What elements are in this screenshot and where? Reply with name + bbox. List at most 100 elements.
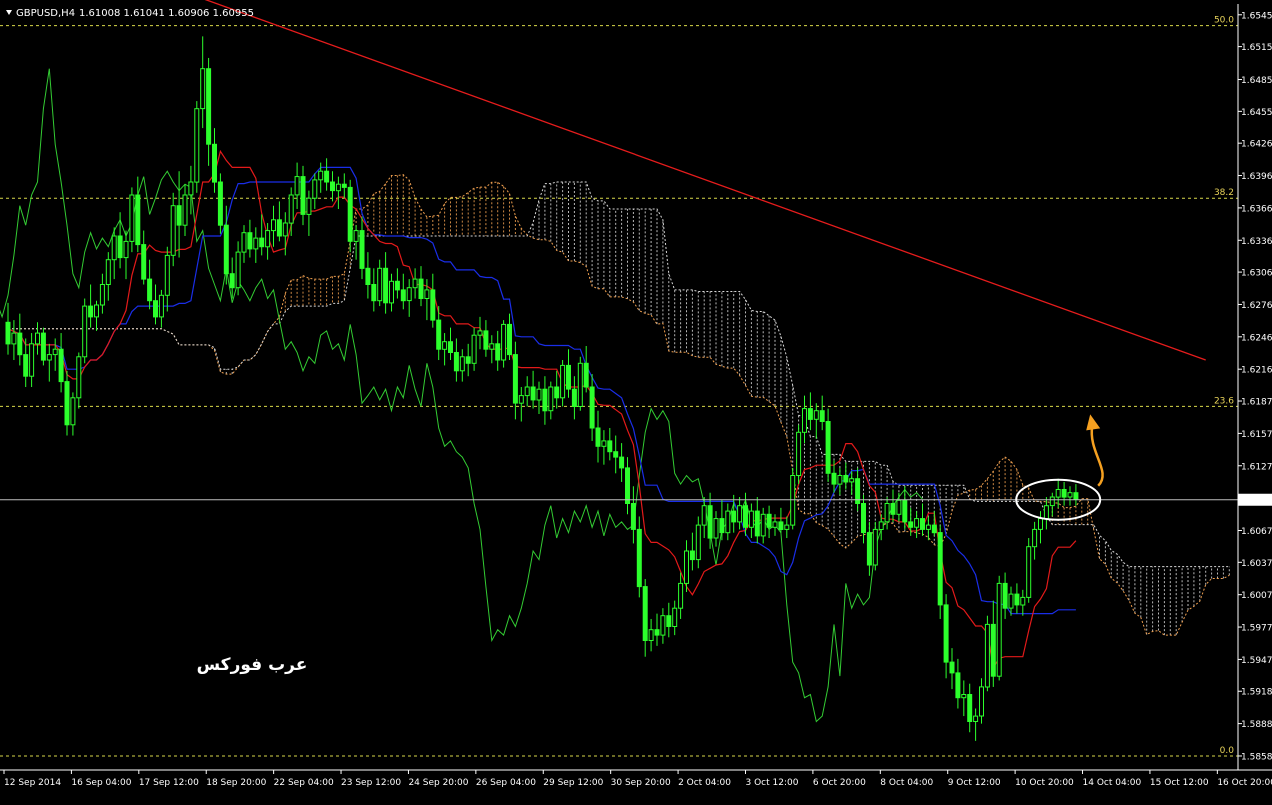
candle-bear (206, 68, 212, 145)
price-tick-label: 1.58880 (1241, 720, 1272, 730)
fib-level-label: 23.6 (1214, 396, 1234, 406)
price-tick-label: 1.62165 (1241, 366, 1272, 376)
time-tick-label: 16 Sep 04:00 (71, 778, 131, 788)
candle-bull (802, 408, 807, 433)
candle-bear (400, 289, 406, 302)
symbol-label: GBPUSD,H4 (16, 8, 75, 19)
candle-bear (890, 503, 896, 515)
candle-bull (701, 505, 707, 526)
fib-level-label: 50.0 (1214, 16, 1234, 26)
candle-bear (217, 181, 223, 226)
price-chart[interactable]: 50.0 38.2 23.6 0.0 1.60955 1.65450 1.65155 1.… (0, 0, 1272, 801)
candle-bull (76, 356, 82, 399)
time-tick-label: 18 Sep 20:00 (206, 778, 266, 788)
candle-bull (837, 475, 843, 485)
candle-bear (990, 623, 996, 677)
candle-bear (341, 183, 347, 188)
candle-bull (471, 334, 477, 364)
candle-bear (754, 510, 760, 537)
fib-level-label: 38.2 (1214, 188, 1234, 198)
candle-bull (1038, 518, 1043, 530)
candle-bull (318, 170, 324, 181)
candle-bear (418, 278, 424, 300)
candle-bull (884, 503, 890, 523)
price-tick-label: 1.61270 (1241, 462, 1272, 472)
candle-bull (813, 410, 819, 420)
candle-bull (99, 284, 105, 306)
chart-background (0, 0, 1272, 801)
candle-bull (312, 179, 318, 199)
time-tick-label: 10 Oct 20:00 (1015, 778, 1074, 788)
candle-bear (436, 319, 442, 350)
candle-bull (560, 364, 566, 399)
candle-bear (371, 284, 377, 302)
candle-bull (52, 348, 58, 356)
candle-bear (64, 381, 70, 426)
candle-bear (347, 186, 353, 242)
candle-bear (394, 280, 400, 291)
candle-bear (825, 421, 831, 474)
candle-bull (684, 550, 689, 584)
candle-bear (931, 524, 937, 534)
candle-bear (542, 388, 548, 412)
candle-bear (831, 472, 837, 485)
candle-bull (961, 694, 967, 699)
price-tick-label: 1.63960 (1241, 172, 1272, 182)
candle-bear (276, 219, 282, 237)
price-tick-label: 1.59475 (1241, 656, 1272, 666)
candle-bear (176, 205, 182, 226)
candle-bear (88, 305, 94, 318)
time-tick-label: 17 Sep 12:00 (139, 778, 199, 788)
candle-bear (689, 550, 695, 561)
price-tick-label: 1.59180 (1241, 688, 1272, 698)
candle-bull (29, 343, 35, 377)
candle-bear (843, 475, 849, 483)
candle-bull (678, 582, 684, 609)
candle-bull (265, 230, 271, 248)
candle-bull (984, 623, 990, 688)
candle-bear (147, 278, 153, 302)
chart-container[interactable]: 50.0 38.2 23.6 0.0 1.60955 1.65450 1.65155 1.… (0, 0, 1272, 801)
candle-bear (141, 244, 147, 280)
fib-level-label: 0.0 (1220, 746, 1235, 756)
candle-bear (807, 408, 813, 420)
candle-bull (477, 330, 483, 336)
candle-bear (153, 300, 158, 318)
candle-bull (235, 251, 241, 289)
price-tick-label: 1.64555 (1241, 108, 1272, 118)
candle-bull (82, 305, 88, 358)
candle-bull (188, 181, 194, 196)
candle-bull (1026, 546, 1032, 598)
candle-bull (518, 395, 524, 404)
candle-bull (459, 356, 465, 372)
candle-bear (571, 388, 577, 408)
price-tick-label: 1.65450 (1241, 11, 1272, 21)
candle-bear (908, 521, 914, 528)
candle-bull (35, 332, 40, 345)
candle-bull (713, 518, 719, 539)
candle-bull (536, 388, 542, 401)
candle-bull (548, 386, 554, 412)
candle-bull (660, 615, 666, 636)
candle-bear (223, 224, 229, 275)
candle-bull (790, 475, 796, 526)
price-tick-label: 1.58580 (1241, 752, 1272, 762)
candle-bear (743, 505, 748, 528)
candle-bull (973, 715, 979, 722)
candle-bull (577, 362, 583, 407)
time-tick-label: 9 Oct 12:00 (948, 778, 1001, 788)
candle-bear (23, 354, 29, 377)
candle-bull (11, 332, 17, 345)
candle-bear (135, 194, 141, 246)
price-tick-label: 1.62765 (1241, 301, 1272, 311)
candle-bull (979, 686, 984, 717)
candle-bull (849, 478, 855, 483)
candle-bull (129, 194, 135, 242)
candle-bull (996, 582, 1002, 677)
price-tick-label: 1.64850 (1241, 76, 1272, 86)
candle-bear (566, 364, 571, 390)
candle-bull (695, 524, 701, 561)
candle-bear (920, 518, 925, 530)
candle-bear (866, 532, 872, 566)
candle-bear (861, 503, 866, 534)
